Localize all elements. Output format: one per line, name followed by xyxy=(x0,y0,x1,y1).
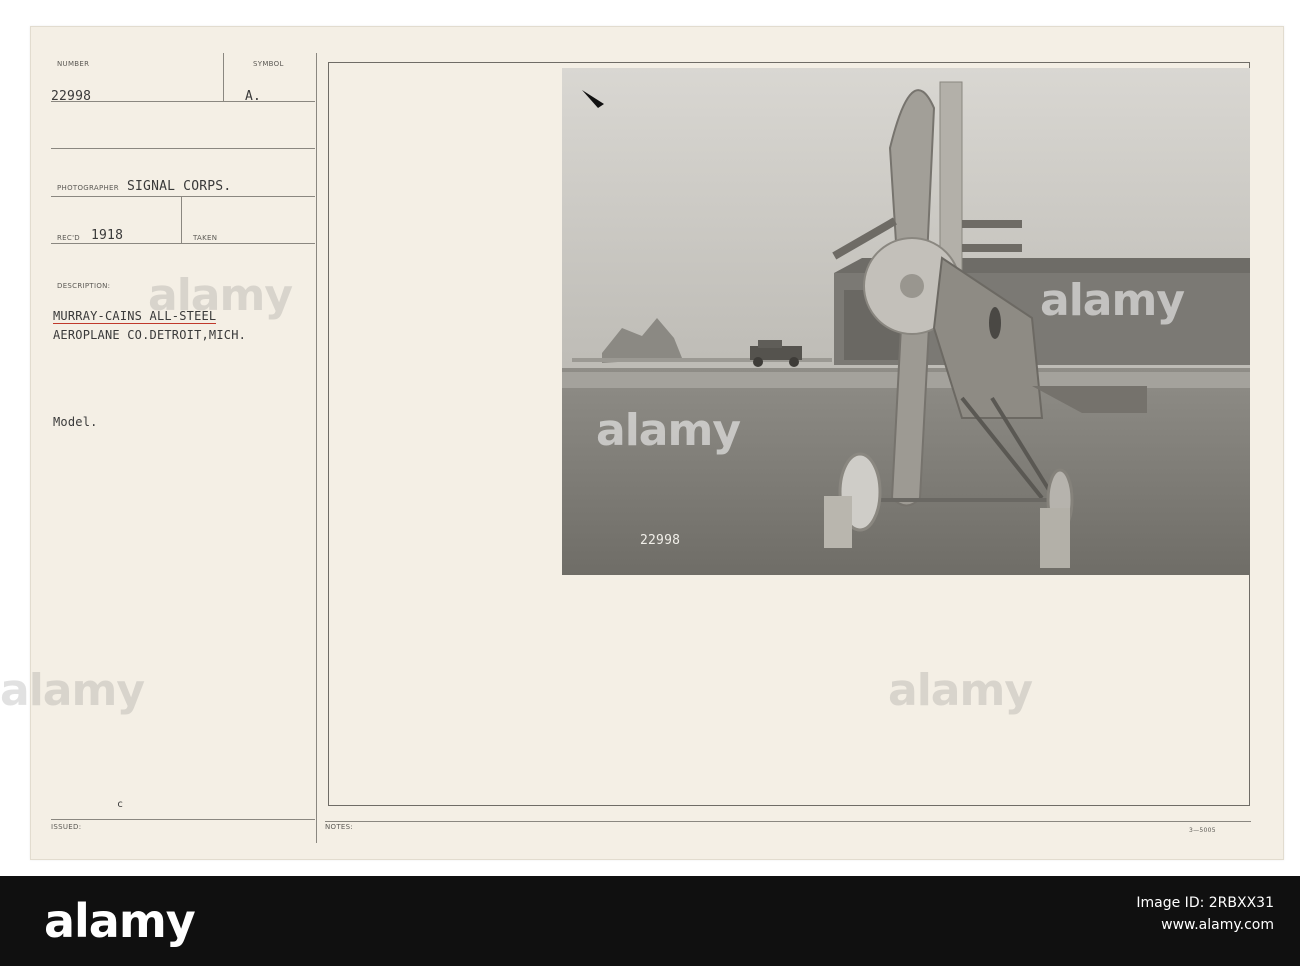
form-code: 3—5005 xyxy=(1189,827,1216,834)
photographer-value: SIGNAL CORPS. xyxy=(127,179,232,194)
negative-number: 22998 xyxy=(640,533,681,548)
section-rule-1 xyxy=(51,148,315,149)
recd-rule xyxy=(51,243,315,244)
notes-label: NOTES: xyxy=(325,823,354,831)
issued-rule xyxy=(51,819,315,820)
number-rule xyxy=(51,101,315,102)
recd-taken-divider xyxy=(181,196,182,244)
left-column-divider xyxy=(316,53,317,843)
recd-value: 1918 xyxy=(91,228,124,243)
recd-label: REC'D xyxy=(57,234,80,242)
watermark-4: alamy xyxy=(0,665,145,716)
site-url[interactable]: www.alamy.com xyxy=(1136,914,1274,936)
image-id: Image ID: 2RBXX31 xyxy=(1136,895,1274,911)
description-line-2-text: AEROPLANE CO.DETROIT,MICH. xyxy=(53,328,247,342)
c-mark: c xyxy=(117,799,124,810)
symbol-label: SYMBOL xyxy=(253,60,284,68)
stock-footer: alamy Image ID: 2RBXX31 www.alamy.com xyxy=(0,876,1300,966)
taken-label: TAKEN xyxy=(193,234,218,242)
number-symbol-divider xyxy=(223,53,224,101)
description-line-2: AEROPLANE CO.DETROIT,MICH. xyxy=(53,328,246,342)
footer-brand-logo: alamy xyxy=(44,894,196,948)
photographer-rule xyxy=(51,196,315,197)
model-text: Model. xyxy=(53,415,98,429)
notes-rule xyxy=(325,821,1251,822)
footer-id-block: Image ID: 2RBXX31 www.alamy.com xyxy=(1136,892,1274,936)
watermark-5: alamy xyxy=(888,665,1033,716)
watermark-2: alamy xyxy=(596,405,741,456)
photographer-label: PHOTOGRAPHER xyxy=(57,184,119,192)
issued-label: ISSUED: xyxy=(51,823,82,831)
watermark-1: alamy xyxy=(148,270,293,321)
watermark-3: alamy xyxy=(1040,275,1185,326)
description-label: DESCRIPTION: xyxy=(57,282,111,290)
number-label: NUMBER xyxy=(57,60,90,68)
